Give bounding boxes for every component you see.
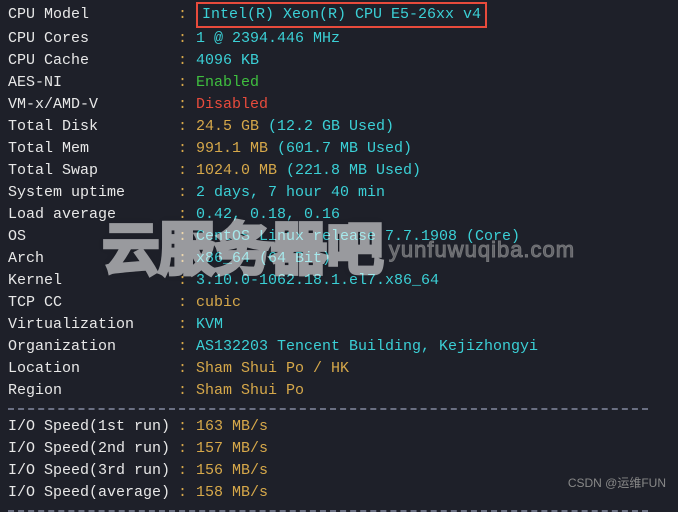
row-label: I/O Speed(average): [8, 482, 178, 504]
row-value: cubic: [196, 292, 241, 314]
row-label: Location: [8, 358, 178, 380]
row-label: VM-x/AMD-V: [8, 94, 178, 116]
row-value: 3.10.0-1062.18.1.el7.x86_64: [196, 270, 439, 292]
colon-separator: :: [178, 416, 196, 438]
row-label: Total Swap: [8, 160, 178, 182]
info-row: Virtualization: KVM: [8, 314, 670, 336]
info-row: TCP CC: cubic: [8, 292, 670, 314]
info-row: CPU Model: Intel(R) Xeon(R) CPU E5-26xx …: [8, 4, 670, 28]
row-value: Sham Shui Po: [196, 380, 304, 402]
row-value: 157 MB/s: [196, 438, 268, 460]
row-value: AS132203 Tencent Building, Kejizhongyi: [196, 336, 538, 358]
row-value: 1024.0 MB: [196, 160, 277, 182]
info-row: I/O Speed(1st run): 163 MB/s: [8, 416, 670, 438]
info-row: Total Swap: 1024.0 MB (221.8 MB Used): [8, 160, 670, 182]
colon-separator: :: [178, 248, 196, 270]
row-value: 2 days, 7 hour 40 min: [196, 182, 385, 204]
credit-text: CSDN @运维FUN: [568, 472, 666, 494]
row-value: 0.42, 0.18, 0.16: [196, 204, 340, 226]
info-row: VM-x/AMD-V: Disabled: [8, 94, 670, 116]
colon-separator: :: [178, 116, 196, 138]
row-label: Load average: [8, 204, 178, 226]
info-row: Kernel: 3.10.0-1062.18.1.el7.x86_64: [8, 270, 670, 292]
colon-separator: :: [178, 314, 196, 336]
row-value: CentOS Linux release 7.7.1908 (Core): [196, 226, 520, 248]
info-row: Total Mem: 991.1 MB (601.7 MB Used): [8, 138, 670, 160]
info-row: System uptime: 2 days, 7 hour 40 min: [8, 182, 670, 204]
info-row: I/O Speed(2nd run): 157 MB/s: [8, 438, 670, 460]
row-extra: (12.2 GB Used): [259, 116, 394, 138]
row-value: Sham Shui Po / HK: [196, 358, 349, 380]
row-label: System uptime: [8, 182, 178, 204]
row-label: Total Disk: [8, 116, 178, 138]
colon-separator: :: [178, 380, 196, 402]
row-value: 1 @ 2394.446 MHz: [196, 28, 340, 50]
colon-separator: :: [178, 336, 196, 358]
colon-separator: :: [178, 226, 196, 248]
info-row: AES-NI: Enabled: [8, 72, 670, 94]
colon-separator: :: [178, 72, 196, 94]
row-extra: (601.7 MB Used): [268, 138, 412, 160]
colon-separator: :: [178, 358, 196, 380]
colon-separator: :: [178, 160, 196, 182]
row-value: 4096 KB: [196, 50, 259, 72]
info-row: CPU Cache: 4096 KB: [8, 50, 670, 72]
row-label: Organization: [8, 336, 178, 358]
info-row: Total Disk: 24.5 GB (12.2 GB Used): [8, 116, 670, 138]
row-label: TCP CC: [8, 292, 178, 314]
row-value: x86_64 (64 Bit): [196, 248, 331, 270]
colon-separator: :: [178, 4, 196, 28]
colon-separator: :: [178, 438, 196, 460]
divider: [8, 408, 648, 410]
row-label: I/O Speed(1st run): [8, 416, 178, 438]
system-info-block: CPU Model: Intel(R) Xeon(R) CPU E5-26xx …: [8, 4, 670, 402]
colon-separator: :: [178, 182, 196, 204]
colon-separator: :: [178, 94, 196, 116]
row-label: OS: [8, 226, 178, 248]
info-row: OS: CentOS Linux release 7.7.1908 (Core): [8, 226, 670, 248]
row-value: KVM: [196, 314, 223, 336]
info-row: Region: Sham Shui Po: [8, 380, 670, 402]
row-label: I/O Speed(2nd run): [8, 438, 178, 460]
colon-separator: :: [178, 460, 196, 482]
info-row: Organization: AS132203 Tencent Building,…: [8, 336, 670, 358]
row-value: 991.1 MB: [196, 138, 268, 160]
colon-separator: :: [178, 138, 196, 160]
colon-separator: :: [178, 292, 196, 314]
row-label: Arch: [8, 248, 178, 270]
row-label: CPU Model: [8, 4, 178, 28]
colon-separator: :: [178, 482, 196, 504]
row-label: Virtualization: [8, 314, 178, 336]
row-label: AES-NI: [8, 72, 178, 94]
row-value: 163 MB/s: [196, 416, 268, 438]
row-label: CPU Cache: [8, 50, 178, 72]
colon-separator: :: [178, 204, 196, 226]
row-extra: (221.8 MB Used): [277, 160, 421, 182]
info-row: Load average: 0.42, 0.18, 0.16: [8, 204, 670, 226]
row-value: Disabled: [196, 94, 268, 116]
colon-separator: :: [178, 28, 196, 50]
row-label: I/O Speed(3rd run): [8, 460, 178, 482]
info-row: Arch: x86_64 (64 Bit): [8, 248, 670, 270]
row-value: 156 MB/s: [196, 460, 268, 482]
row-label: CPU Cores: [8, 28, 178, 50]
row-value: 158 MB/s: [196, 482, 268, 504]
row-label: Region: [8, 380, 178, 402]
row-label: Kernel: [8, 270, 178, 292]
row-value: Enabled: [196, 72, 259, 94]
info-row: Location: Sham Shui Po / HK: [8, 358, 670, 380]
row-label: Total Mem: [8, 138, 178, 160]
colon-separator: :: [178, 270, 196, 292]
row-value: 24.5 GB: [196, 116, 259, 138]
colon-separator: :: [178, 50, 196, 72]
info-row: CPU Cores: 1 @ 2394.446 MHz: [8, 28, 670, 50]
row-value: Intel(R) Xeon(R) CPU E5-26xx v4: [196, 2, 487, 28]
